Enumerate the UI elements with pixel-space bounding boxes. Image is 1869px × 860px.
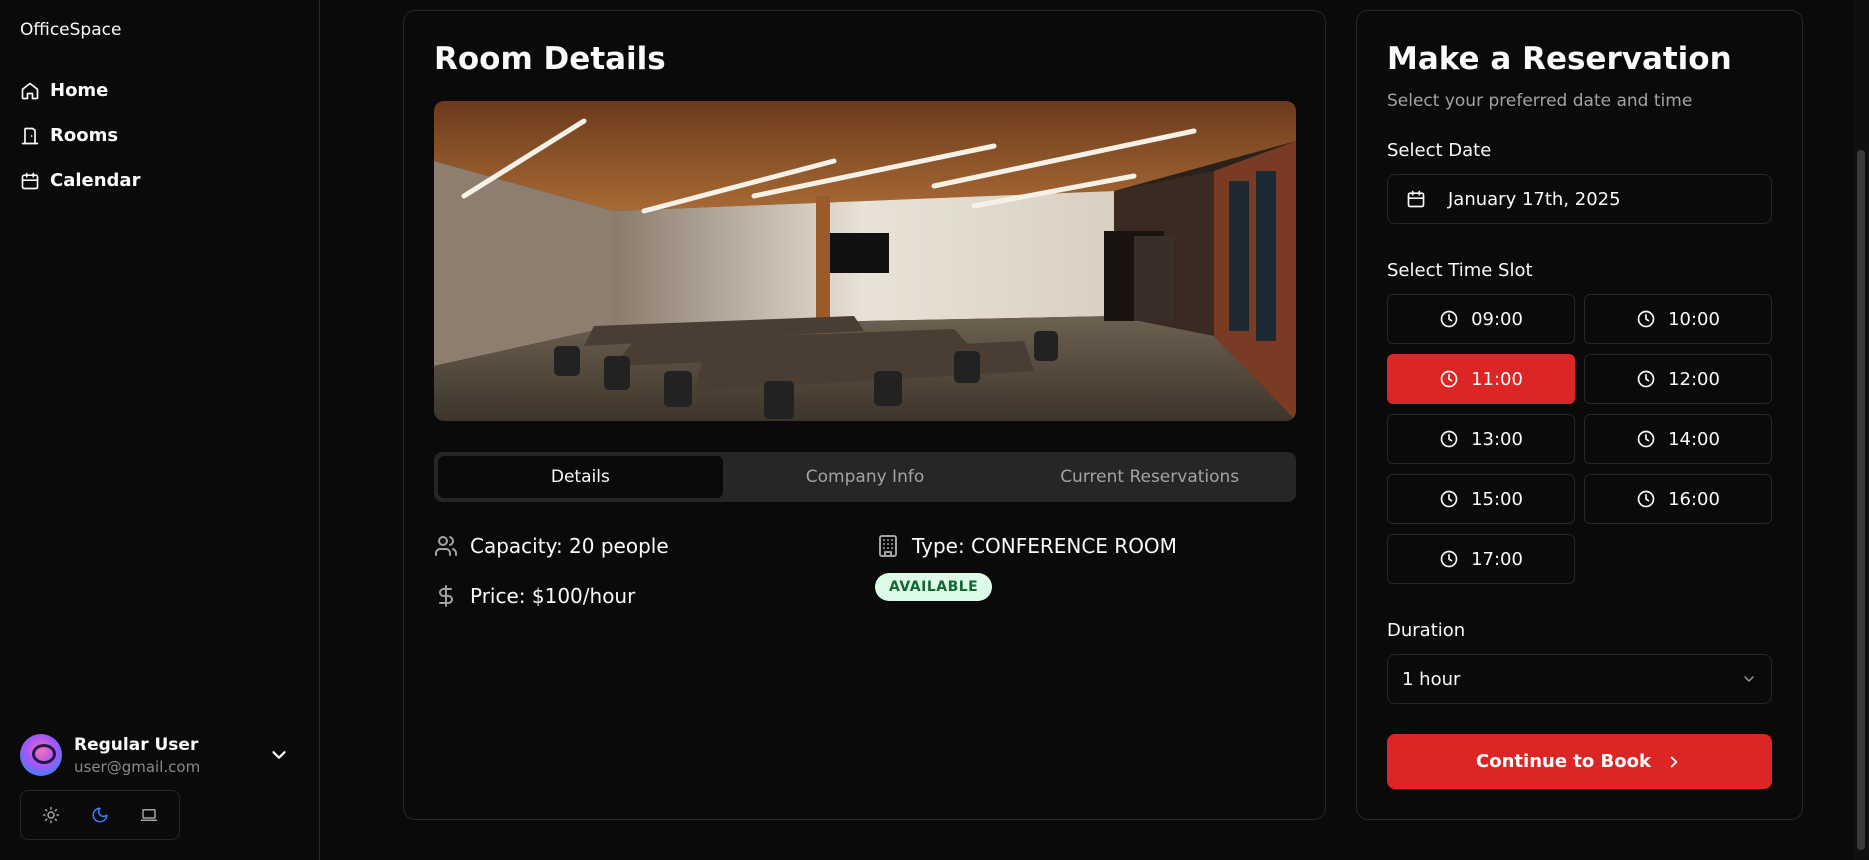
brand-name[interactable]: OfficeSpace bbox=[20, 20, 121, 40]
user-info: Regular User user@gmail.com bbox=[74, 735, 200, 776]
time-slot-1300[interactable]: 13:00 bbox=[1387, 414, 1575, 464]
chevron-right-icon bbox=[1670, 756, 1678, 767]
clock-icon bbox=[1440, 370, 1458, 388]
price-info: Price: $100/hour bbox=[434, 584, 635, 608]
sidebar-item-label: Rooms bbox=[50, 125, 119, 146]
building-icon bbox=[879, 535, 897, 557]
time-slot-1700[interactable]: 17:00 bbox=[1387, 534, 1575, 584]
room-details-card: Room Details Details Company Info Curren… bbox=[403, 10, 1326, 820]
sidebar: OfficeSpace Home Rooms Calendar Regular … bbox=[0, 0, 320, 860]
clock-icon bbox=[1440, 490, 1458, 508]
theme-switcher bbox=[20, 790, 180, 840]
user-menu[interactable]: Regular User user@gmail.com bbox=[20, 730, 300, 780]
chevron-down-icon bbox=[1744, 676, 1754, 682]
home-icon bbox=[21, 82, 39, 99]
clock-icon bbox=[1637, 370, 1655, 388]
reservation-title: Make a Reservation bbox=[1387, 41, 1732, 77]
tab-details[interactable]: Details bbox=[438, 456, 723, 498]
theme-light-button[interactable] bbox=[39, 803, 63, 827]
dollar-icon bbox=[439, 585, 453, 607]
clock-icon bbox=[1637, 430, 1655, 448]
time-slot-1500[interactable]: 15:00 bbox=[1387, 474, 1575, 524]
time-slot-label: 13:00 bbox=[1471, 428, 1523, 450]
time-slot-1100[interactable]: 11:00 bbox=[1387, 354, 1575, 404]
clock-icon bbox=[1637, 490, 1655, 508]
user-name: Regular User bbox=[74, 734, 199, 755]
avatar bbox=[20, 734, 62, 776]
user-email: user@gmail.com bbox=[74, 757, 201, 776]
sidebar-item-rooms[interactable]: Rooms bbox=[20, 113, 140, 158]
date-value: January 17th, 2025 bbox=[1448, 188, 1621, 210]
reservation-card: Make a Reservation Select your preferred… bbox=[1356, 10, 1803, 820]
room-photo bbox=[434, 101, 1296, 421]
sidebar-item-label: Calendar bbox=[50, 170, 141, 191]
users-icon bbox=[435, 536, 457, 556]
time-slot-label: Select Time Slot bbox=[1387, 260, 1533, 281]
scrollbar-thumb[interactable] bbox=[1857, 150, 1865, 850]
duration-label: Duration bbox=[1387, 620, 1466, 641]
price-text: Price: $100/hour bbox=[470, 584, 636, 608]
time-slot-1000[interactable]: 10:00 bbox=[1584, 294, 1772, 344]
duration-value: 1 hour bbox=[1402, 668, 1461, 690]
page-title: Room Details bbox=[434, 41, 666, 77]
time-slot-label: 15:00 bbox=[1471, 488, 1523, 510]
clock-icon bbox=[1637, 310, 1655, 328]
duration-select[interactable]: 1 hour bbox=[1387, 654, 1772, 704]
theme-dark-button[interactable] bbox=[88, 803, 112, 827]
time-slot-0900[interactable]: 09:00 bbox=[1387, 294, 1575, 344]
type-text: Type: CONFERENCE ROOM bbox=[912, 534, 1177, 558]
moon-icon bbox=[92, 807, 108, 823]
time-slot-label: 16:00 bbox=[1668, 488, 1720, 510]
time-slot-label: 10:00 bbox=[1668, 308, 1720, 330]
type-info: Type: CONFERENCE ROOM bbox=[876, 534, 1177, 558]
reservation-subtitle: Select your preferred date and time bbox=[1387, 91, 1693, 111]
tab-company-info[interactable]: Company Info bbox=[723, 456, 1008, 498]
sidebar-nav: Home Rooms Calendar bbox=[20, 68, 140, 203]
sidebar-item-label: Home bbox=[50, 80, 109, 101]
clock-icon bbox=[1440, 550, 1458, 568]
time-slot-label: 12:00 bbox=[1668, 368, 1720, 390]
time-slot-label: 14:00 bbox=[1668, 428, 1720, 450]
time-slot-grid: 09:00 10:00 11:00 12:00 13:00 14:00 15:0… bbox=[1387, 294, 1772, 584]
status-badge: AVAILABLE bbox=[875, 573, 993, 601]
sidebar-item-home[interactable]: Home bbox=[20, 68, 140, 113]
page-scrollbar[interactable] bbox=[1853, 0, 1869, 860]
sun-icon bbox=[43, 806, 60, 824]
tab-current-reservations[interactable]: Current Reservations bbox=[1007, 456, 1292, 498]
time-slot-label: 09:00 bbox=[1471, 308, 1523, 330]
theme-system-button[interactable] bbox=[137, 803, 161, 827]
door-icon bbox=[21, 127, 39, 144]
date-picker-button[interactable]: January 17th, 2025 bbox=[1387, 174, 1772, 224]
sidebar-item-calendar[interactable]: Calendar bbox=[20, 158, 140, 203]
continue-to-book-button[interactable]: Continue to Book bbox=[1387, 734, 1772, 789]
continue-button-label: Continue to Book bbox=[1476, 751, 1651, 772]
time-slot-label: 17:00 bbox=[1471, 548, 1523, 570]
clock-icon bbox=[1440, 310, 1458, 328]
calendar-icon bbox=[1407, 190, 1425, 208]
calendar-icon bbox=[21, 172, 39, 189]
time-slot-label: 11:00 bbox=[1471, 368, 1523, 390]
time-slot-1200[interactable]: 12:00 bbox=[1584, 354, 1772, 404]
capacity-info: Capacity: 20 people bbox=[434, 534, 669, 558]
time-slot-1600[interactable]: 16:00 bbox=[1584, 474, 1772, 524]
capacity-text: Capacity: 20 people bbox=[470, 534, 669, 558]
clock-icon bbox=[1440, 430, 1458, 448]
laptop-icon bbox=[140, 809, 157, 821]
room-tabs: Details Company Info Current Reservation… bbox=[434, 452, 1296, 502]
date-label: Select Date bbox=[1387, 140, 1492, 161]
time-slot-1400[interactable]: 14:00 bbox=[1584, 414, 1772, 464]
chevron-down-icon[interactable] bbox=[268, 744, 290, 766]
